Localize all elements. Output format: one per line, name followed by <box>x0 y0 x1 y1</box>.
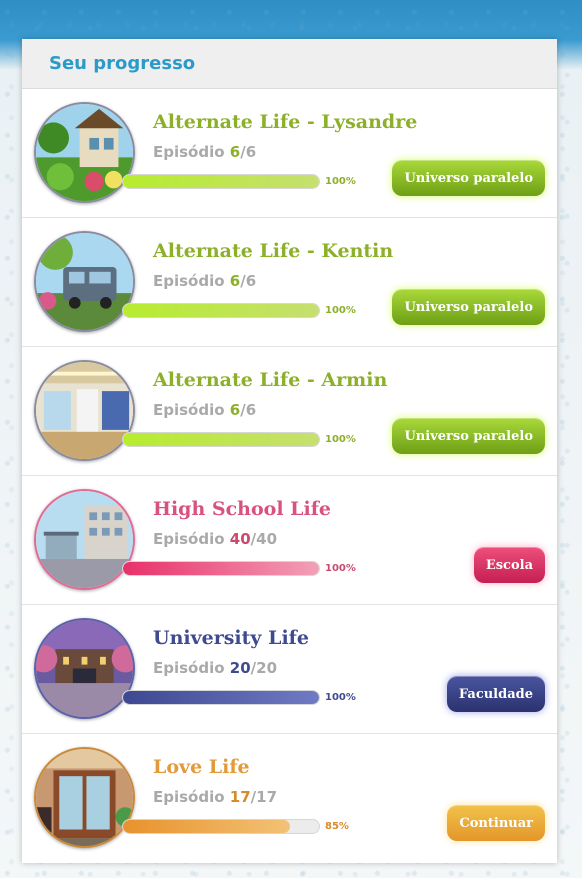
progress-bar-fill <box>123 433 319 446</box>
universo-paralelo-button[interactable]: Universo paralelo <box>392 289 545 325</box>
universo-paralelo-button[interactable]: Universo paralelo <box>392 160 545 196</box>
progress-bar <box>122 561 320 576</box>
progress-bar <box>122 303 320 318</box>
story-title: High School Life <box>153 498 332 520</box>
progress-percent: 100% <box>325 176 356 187</box>
story-title: Alternate Life - Kentin <box>153 240 394 262</box>
universo-paralelo-button[interactable]: Universo paralelo <box>392 418 545 454</box>
story-row: Love Life Episódio 17/17 85% Continuar <box>22 734 557 863</box>
panel-title: Seu progresso <box>49 53 196 74</box>
panel-header: Seu progresso <box>22 39 557 89</box>
episode-label: Episódio <box>153 143 225 161</box>
progress-bar-fill <box>123 562 319 575</box>
cafe-storefront-image <box>34 747 135 848</box>
camper-van-image <box>34 231 135 332</box>
continuar-button[interactable]: Continuar <box>447 805 545 841</box>
episode-progress: Episódio 6/6 <box>153 272 256 290</box>
campus-gate-image <box>34 618 135 719</box>
episode-progress: Episódio 20/20 <box>153 659 277 677</box>
episode-label: Episódio <box>153 401 225 419</box>
episode-total: /6 <box>240 143 257 161</box>
episode-total: /6 <box>240 272 257 290</box>
episode-progress: Episódio 40/40 <box>153 530 277 548</box>
episode-current: 40 <box>229 530 251 548</box>
story-title: Alternate Life - Armin <box>153 369 388 391</box>
episode-total: /20 <box>250 659 278 677</box>
episode-current: 17 <box>229 788 251 806</box>
story-row: Alternate Life - Armin Episódio 6/6 100%… <box>22 347 557 476</box>
progress-bar <box>122 174 320 189</box>
progress-bar <box>122 432 320 447</box>
cottage-garden-image <box>34 102 135 203</box>
progress-bar-fill <box>123 304 319 317</box>
story-row: High School Life Episódio 40/40 100% Esc… <box>22 476 557 605</box>
episode-current: 6 <box>229 401 241 419</box>
progress-bar <box>122 690 320 705</box>
school-building-image <box>34 489 135 590</box>
episode-total: /17 <box>250 788 278 806</box>
progress-bar-fill <box>123 691 319 704</box>
episode-label: Episódio <box>153 530 225 548</box>
progress-bar-fill <box>123 175 319 188</box>
progress-percent: 100% <box>325 563 356 574</box>
episode-current: 6 <box>229 272 241 290</box>
episode-total: /40 <box>250 530 278 548</box>
episode-label: Episódio <box>153 272 225 290</box>
progress-bar <box>122 819 320 834</box>
progress-percent: 100% <box>325 434 356 445</box>
episode-progress: Episódio 17/17 <box>153 788 277 806</box>
escola-button[interactable]: Escola <box>473 547 545 583</box>
story-title: Love Life <box>153 756 250 778</box>
episode-progress: Episódio 6/6 <box>153 401 256 419</box>
story-row: Alternate Life - Kentin Episódio 6/6 100… <box>22 218 557 347</box>
story-list: Alternate Life - Lysandre Episódio 6/6 1… <box>22 89 557 863</box>
episode-current: 6 <box>229 143 241 161</box>
progress-percent: 100% <box>325 692 356 703</box>
episode-label: Episódio <box>153 659 225 677</box>
faculdade-button[interactable]: Faculdade <box>446 676 545 712</box>
episode-label: Episódio <box>153 788 225 806</box>
episode-progress: Episódio 6/6 <box>153 143 256 161</box>
story-title: University Life <box>153 627 309 649</box>
episode-current: 20 <box>229 659 251 677</box>
mall-interior-image <box>34 360 135 461</box>
story-title: Alternate Life - Lysandre <box>153 111 418 133</box>
story-row: Alternate Life - Lysandre Episódio 6/6 1… <box>22 89 557 218</box>
progress-percent: 85% <box>325 821 349 832</box>
progress-percent: 100% <box>325 305 356 316</box>
story-row: University Life Episódio 20/20 100% Facu… <box>22 605 557 734</box>
progress-bar-fill <box>123 820 290 833</box>
episode-total: /6 <box>240 401 257 419</box>
progress-panel: Seu progresso Alternate Life - Lysandre … <box>22 39 557 863</box>
